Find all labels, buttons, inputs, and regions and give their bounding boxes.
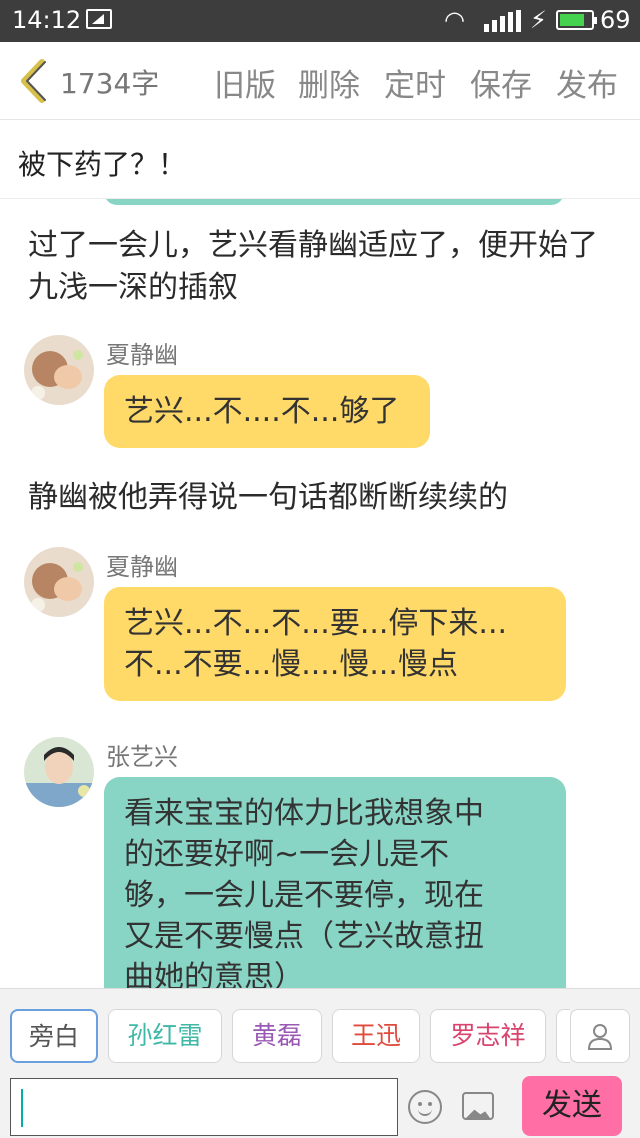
avatar xyxy=(24,335,94,405)
bubble-line: 艺兴...不....不...够了 xyxy=(124,394,400,429)
sim-notification-icon xyxy=(86,9,112,29)
battery-icon xyxy=(556,10,597,30)
avatar xyxy=(24,547,94,617)
speaker-name: 夏静幽 xyxy=(106,553,178,581)
image-icon[interactable] xyxy=(462,1092,494,1120)
battery-level: 69 xyxy=(600,6,631,34)
wifi-icon: ◠ xyxy=(444,6,465,34)
story-title: 被下药了？！ xyxy=(18,148,187,181)
previous-bubble-edge xyxy=(104,199,564,205)
add-character-button[interactable] xyxy=(570,1009,630,1063)
back-chevron-icon[interactable] xyxy=(14,58,54,104)
bubble-line: 艺兴...不...不...要...停下来... xyxy=(124,606,508,641)
narration-text[interactable]: 过了一会儿，艺兴看静幽适应了，便开始了九浅一深的插叙 xyxy=(28,225,618,309)
character-chip[interactable]: 孙红雷 xyxy=(108,1009,222,1063)
signal-icon xyxy=(484,10,524,32)
message-input[interactable] xyxy=(10,1078,398,1136)
dialogue-bubble[interactable]: 艺兴...不....不...够了 xyxy=(104,375,430,448)
bubble-line: 又是不要慢点（艺兴故意扭 xyxy=(124,919,484,954)
status-bar: 14:12 ◠ ⚡ 69 xyxy=(0,0,640,42)
text-cursor xyxy=(21,1089,23,1127)
bubble-line: 曲她的意思） xyxy=(124,960,304,988)
emoji-icon[interactable] xyxy=(408,1090,442,1124)
send-button[interactable]: 发送 xyxy=(522,1076,622,1136)
character-chip[interactable]: 罗志祥 xyxy=(430,1009,546,1063)
schedule-button[interactable]: 定时 xyxy=(384,60,446,105)
character-chip[interactable]: 黄磊 xyxy=(232,1009,322,1063)
bubble-line: 看来宝宝的体力比我想象中 xyxy=(124,796,484,831)
avatar xyxy=(24,737,94,807)
bubble-line: 够，一会儿是不要停，现在 xyxy=(124,878,484,913)
character-selector: 旁白 孙红雷 黄磊 王迅 罗志祥 xyxy=(0,988,640,1070)
old-version-button[interactable]: 旧版 xyxy=(214,60,276,105)
input-bar: 发送 xyxy=(0,1070,640,1138)
bubble-line: 不...不要...慢....慢...慢点 xyxy=(124,647,458,682)
speaker-name: 张艺兴 xyxy=(106,743,178,771)
publish-button[interactable]: 发布 xyxy=(556,60,618,105)
story-title-bar[interactable]: 被下药了？！ xyxy=(0,121,640,199)
speaker-name: 夏静幽 xyxy=(106,341,178,369)
character-chip-narrator[interactable]: 旁白 xyxy=(10,1009,98,1063)
dialogue-bubble[interactable]: 艺兴...不...不...要...停下来... 不...不要...慢....慢.… xyxy=(104,587,566,701)
delete-button[interactable]: 删除 xyxy=(298,60,360,105)
narration-text[interactable]: 静幽被他弄得说一句话都断断续续的 xyxy=(28,477,618,519)
save-button[interactable]: 保存 xyxy=(470,60,532,105)
word-count: 1734字 xyxy=(60,67,160,100)
add-character-icon xyxy=(587,1024,613,1050)
dialogue-bubble[interactable]: 看来宝宝的体力比我想象中 的还要好啊~一会儿是不 够，一会儿是不要停，现在 又是… xyxy=(104,777,566,988)
editor-toolbar: 1734字 旧版 删除 定时 保存 发布 xyxy=(0,42,640,120)
story-content[interactable]: 过了一会儿，艺兴看静幽适应了，便开始了九浅一深的插叙 夏静幽 艺兴...不...… xyxy=(0,199,640,988)
bubble-line: 的还要好啊~一会儿是不 xyxy=(124,837,450,872)
character-chip-partial[interactable] xyxy=(556,1009,570,1063)
character-chip[interactable]: 王迅 xyxy=(332,1009,420,1063)
charging-icon: ⚡ xyxy=(530,6,547,34)
status-time: 14:12 xyxy=(12,6,82,34)
